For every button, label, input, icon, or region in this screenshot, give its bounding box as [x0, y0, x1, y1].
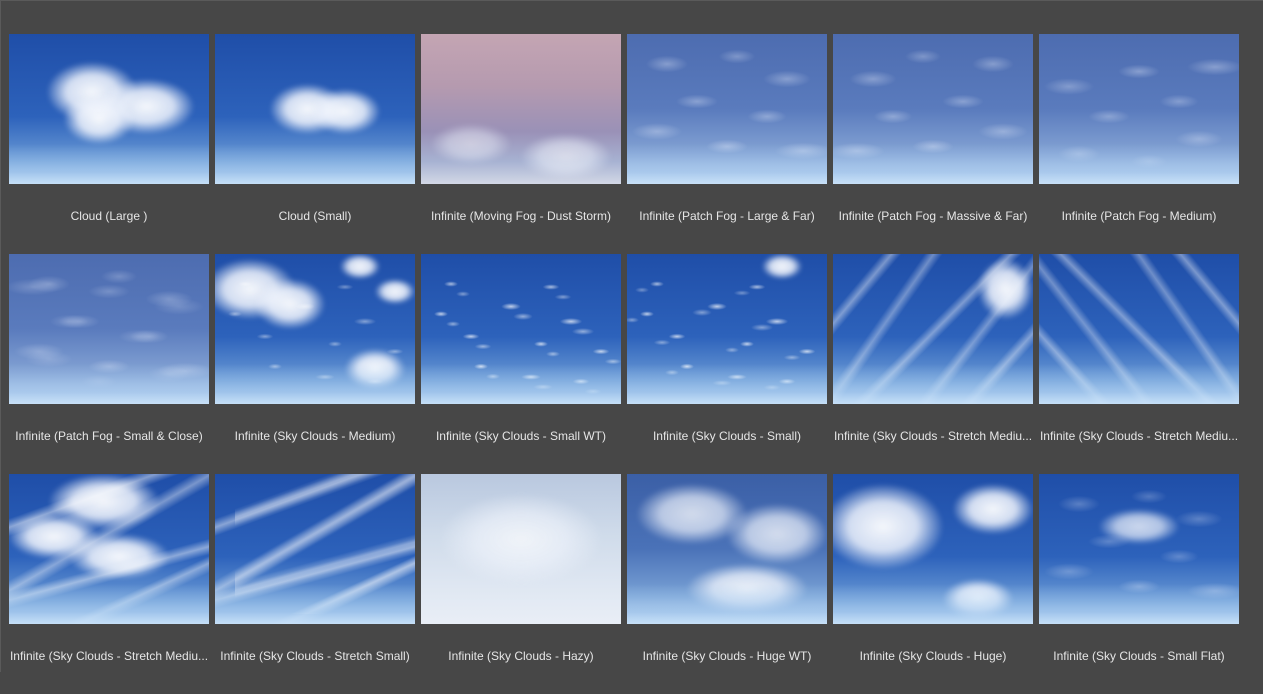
asset-tile-sky-clouds-stretch-small[interactable]: Infinite (Sky Clouds - Stretch Small) — [215, 474, 415, 694]
asset-tile-patch-fog-massive[interactable]: Infinite (Patch Fog - Massive & Far) — [833, 34, 1033, 254]
asset-tile-sky-clouds-stretch-3[interactable]: Infinite (Sky Clouds - Stretch Mediu... — [9, 474, 209, 694]
asset-tile-sky-clouds-small-wt[interactable]: Infinite (Sky Clouds - Small WT) — [421, 254, 621, 474]
asset-tile-patch-fog-medium[interactable]: Infinite (Patch Fog - Medium) — [1039, 34, 1239, 254]
asset-tile-sky-clouds-small[interactable]: Infinite (Sky Clouds - Small) — [627, 254, 827, 474]
sky-thumbnail[interactable] — [1039, 474, 1239, 624]
asset-label: Infinite (Sky Clouds - Small WT) — [435, 429, 607, 443]
asset-tile-sky-clouds-small-flat[interactable]: Infinite (Sky Clouds - Small Flat) — [1039, 474, 1239, 694]
asset-label: Infinite (Sky Clouds - Medium) — [234, 429, 396, 443]
asset-label: Infinite (Sky Clouds - Huge WT) — [642, 649, 812, 663]
asset-tile-patch-fog-small[interactable]: Infinite (Patch Fog - Small & Close) — [9, 254, 209, 474]
sky-thumbnail[interactable] — [215, 254, 415, 404]
asset-tile-cloud-large[interactable]: Cloud (Large ) — [9, 34, 209, 254]
sky-thumbnail[interactable] — [421, 474, 621, 624]
asset-label: Infinite (Patch Fog - Massive & Far) — [838, 209, 1028, 223]
asset-tile-sky-clouds-medium[interactable]: Infinite (Sky Clouds - Medium) — [215, 254, 415, 474]
asset-label: Infinite (Sky Clouds - Small) — [652, 429, 802, 443]
sky-thumbnail[interactable] — [421, 34, 621, 184]
sky-thumbnail[interactable] — [9, 474, 209, 624]
sky-thumbnail[interactable] — [833, 254, 1033, 404]
sky-thumbnail[interactable] — [1039, 34, 1239, 184]
sky-thumbnail[interactable] — [9, 34, 209, 184]
sky-thumbnail[interactable] — [833, 34, 1033, 184]
asset-label: Infinite (Patch Fog - Medium) — [1061, 209, 1217, 223]
asset-tile-cloud-small[interactable]: Cloud (Small) — [215, 34, 415, 254]
thumbnail-grid: Cloud (Large ) Cloud (Small) Infinite (M… — [9, 34, 1239, 694]
asset-tile-sky-clouds-stretch-1[interactable]: Infinite (Sky Clouds - Stretch Mediu... — [833, 254, 1033, 474]
content-browser: Cloud (Large ) Cloud (Small) Infinite (M… — [0, 0, 1263, 672]
sky-thumbnail[interactable] — [627, 474, 827, 624]
asset-label: Infinite (Patch Fog - Large & Far) — [639, 209, 815, 223]
asset-label: Infinite (Patch Fog - Small & Close) — [15, 429, 203, 443]
asset-label: Infinite (Moving Fog - Dust Storm) — [430, 209, 612, 223]
asset-label: Infinite (Sky Clouds - Small Flat) — [1053, 649, 1225, 663]
sky-thumbnail[interactable] — [833, 474, 1033, 624]
asset-label: Cloud (Large ) — [70, 209, 148, 223]
asset-label: Infinite (Sky Clouds - Stretch Small) — [220, 649, 410, 663]
asset-label: Infinite (Sky Clouds - Stretch Mediu... — [833, 429, 1033, 443]
asset-label: Infinite (Sky Clouds - Stretch Mediu... — [9, 649, 209, 663]
asset-tile-sky-clouds-huge-wt[interactable]: Infinite (Sky Clouds - Huge WT) — [627, 474, 827, 694]
asset-tile-sky-clouds-stretch-2[interactable]: Infinite (Sky Clouds - Stretch Mediu... — [1039, 254, 1239, 474]
asset-tile-sky-clouds-hazy[interactable]: Infinite (Sky Clouds - Hazy) — [421, 474, 621, 694]
asset-label: Infinite (Sky Clouds - Huge) — [859, 649, 1007, 663]
sky-thumbnail[interactable] — [421, 254, 621, 404]
asset-tile-dust-storm[interactable]: Infinite (Moving Fog - Dust Storm) — [421, 34, 621, 254]
sky-thumbnail[interactable] — [9, 254, 209, 404]
sky-thumbnail[interactable] — [627, 254, 827, 404]
asset-label: Cloud (Small) — [278, 209, 352, 223]
asset-tile-patch-fog-large[interactable]: Infinite (Patch Fog - Large & Far) — [627, 34, 827, 254]
asset-label: Infinite (Sky Clouds - Hazy) — [448, 649, 594, 663]
asset-tile-sky-clouds-huge[interactable]: Infinite (Sky Clouds - Huge) — [833, 474, 1033, 694]
asset-label: Infinite (Sky Clouds - Stretch Mediu... — [1039, 429, 1239, 443]
sky-thumbnail[interactable] — [215, 474, 415, 624]
sky-thumbnail[interactable] — [627, 34, 827, 184]
sky-thumbnail[interactable] — [215, 34, 415, 184]
sky-thumbnail[interactable] — [1039, 254, 1239, 404]
